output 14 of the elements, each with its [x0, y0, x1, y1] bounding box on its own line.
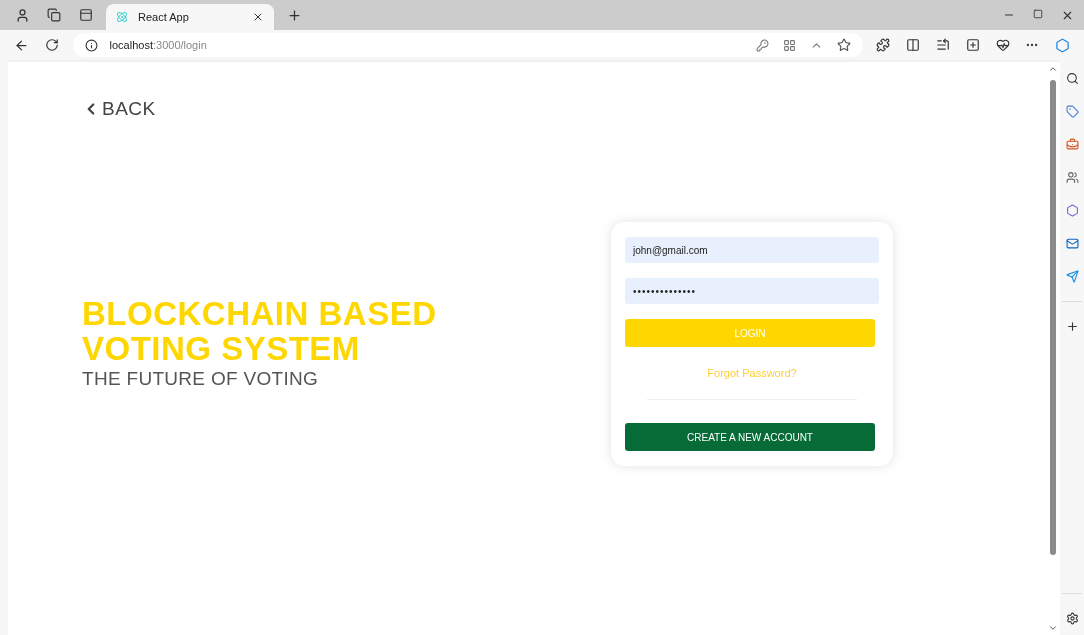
users-icon[interactable] — [1063, 169, 1081, 186]
tag-icon[interactable] — [1063, 103, 1081, 120]
hero-title: BLOCKCHAIN BASED — [82, 296, 438, 331]
url-text: localhost:3000/login — [109, 39, 208, 51]
back-link[interactable]: BACK — [82, 98, 156, 120]
browser-tab[interactable]: React App — [106, 4, 274, 30]
create-account-button[interactable]: CREATE A NEW ACCOUNT — [625, 423, 875, 451]
email-field[interactable]: john@gmail.com — [625, 237, 879, 263]
hero-subtitle: THE FUTURE OF VOTING — [82, 368, 320, 390]
password-field[interactable]: •••••••••••••• — [625, 278, 879, 304]
info-icon — [82, 36, 100, 54]
hero-title: VOTING SYSTEM — [82, 331, 361, 366]
address-bar[interactable]: localhost:3000/login — [72, 33, 863, 57]
key-icon[interactable] — [753, 36, 771, 54]
